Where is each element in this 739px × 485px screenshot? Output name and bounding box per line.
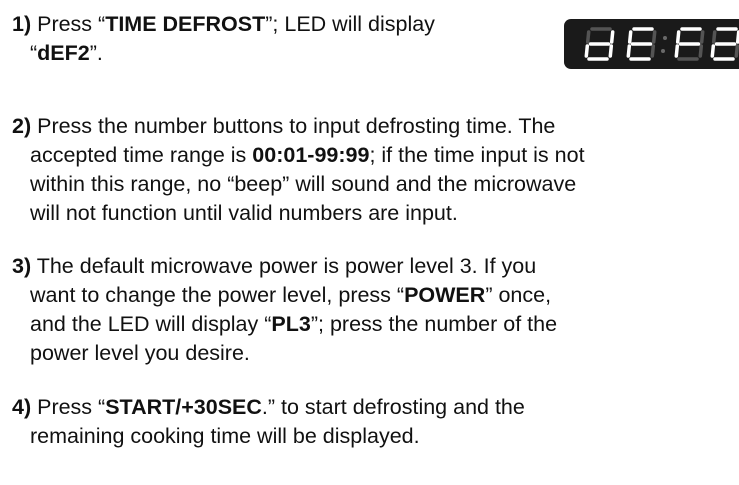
step-1-line-2: “dEF2”. (12, 39, 552, 68)
step-1: 1) Press “TIME DEFROST”; LED will displa… (12, 10, 552, 68)
quote-close: ”. (89, 41, 103, 65)
led-segment (584, 44, 590, 58)
step-1-text-cont: ”; LED will display (265, 12, 435, 36)
led-segment (711, 30, 717, 44)
step-2-text: Press the number buttons to input defros… (31, 114, 556, 138)
step-1-number: 1) (12, 12, 32, 36)
step-3-text-c: and the LED will display “ (30, 312, 272, 336)
start-keyword: START/+30SEC (105, 395, 262, 419)
led-segment (651, 30, 657, 44)
led-segment (734, 44, 739, 58)
step-4: 4) Press “START/+30SEC.” to start defros… (12, 393, 737, 451)
step-4-text-b: .” to start defrosting and the (261, 395, 525, 419)
power-keyword: POWER (404, 283, 486, 307)
led-segment (608, 44, 614, 58)
led-colon-dot (661, 49, 665, 53)
step-3-number: 3) (12, 254, 32, 278)
step-2-number: 2) (12, 114, 32, 138)
step-2-text-a: accepted time range is (30, 143, 253, 167)
step-3-line-1: 3) The default microwave power is power … (12, 252, 737, 281)
step-3: 3) The default microwave power is power … (12, 252, 737, 368)
led-segment (627, 30, 633, 44)
led-segment (626, 44, 632, 58)
step-2: 2) Press the number buttons to input def… (12, 112, 737, 228)
led-segment (698, 44, 704, 58)
step-3-line-2: want to change the power level, press “P… (12, 281, 737, 310)
step-4-line-1: 4) Press “START/+30SEC.” to start defros… (12, 393, 737, 422)
led-segment (585, 30, 591, 44)
led-segment-digits (584, 27, 739, 61)
time-range-keyword: 00:01-99:99 (252, 143, 370, 167)
step-3-line-3: and the LED will display “PL3”; press th… (12, 310, 737, 339)
step-3-text-b: ” once, (485, 283, 552, 307)
step-4-line-2: remaining cooking time will be displayed… (30, 424, 420, 448)
led-segment (609, 30, 615, 44)
step-4-text-a: Press “ (31, 395, 106, 419)
led-segment (710, 44, 716, 58)
step-3-text-d: ”; press the number of the (310, 312, 558, 336)
led-segment (674, 44, 680, 58)
time-defrost-keyword: TIME DEFROST (105, 12, 266, 36)
step-3-text: The default microwave power is power lev… (31, 254, 537, 278)
step-2-line-2: accepted time range is 00:01-99:99; if t… (12, 141, 737, 170)
step-1-text: Press “ (31, 12, 106, 36)
pl3-keyword: PL3 (271, 312, 311, 336)
step-4-number: 4) (12, 395, 32, 419)
step-3-line-4: power level you desire. (30, 341, 250, 365)
step-2-line-1: 2) Press the number buttons to input def… (12, 112, 737, 141)
led-segment (675, 30, 681, 44)
led-segment (699, 30, 705, 44)
led-colon-dot (663, 36, 667, 40)
led-display (564, 19, 739, 69)
step-3-text-a: want to change the power level, press “ (30, 283, 405, 307)
step-2-line-3: within this range, no “beep” will sound … (30, 172, 577, 196)
step-1-line-1: 1) Press “TIME DEFROST”; LED will displa… (12, 10, 552, 39)
step-2-line-4: will not function until valid numbers ar… (30, 201, 458, 225)
led-segment (650, 44, 656, 58)
def2-keyword: dEF2 (37, 41, 90, 65)
step-2-text-b: ; if the time input is not (369, 143, 585, 167)
